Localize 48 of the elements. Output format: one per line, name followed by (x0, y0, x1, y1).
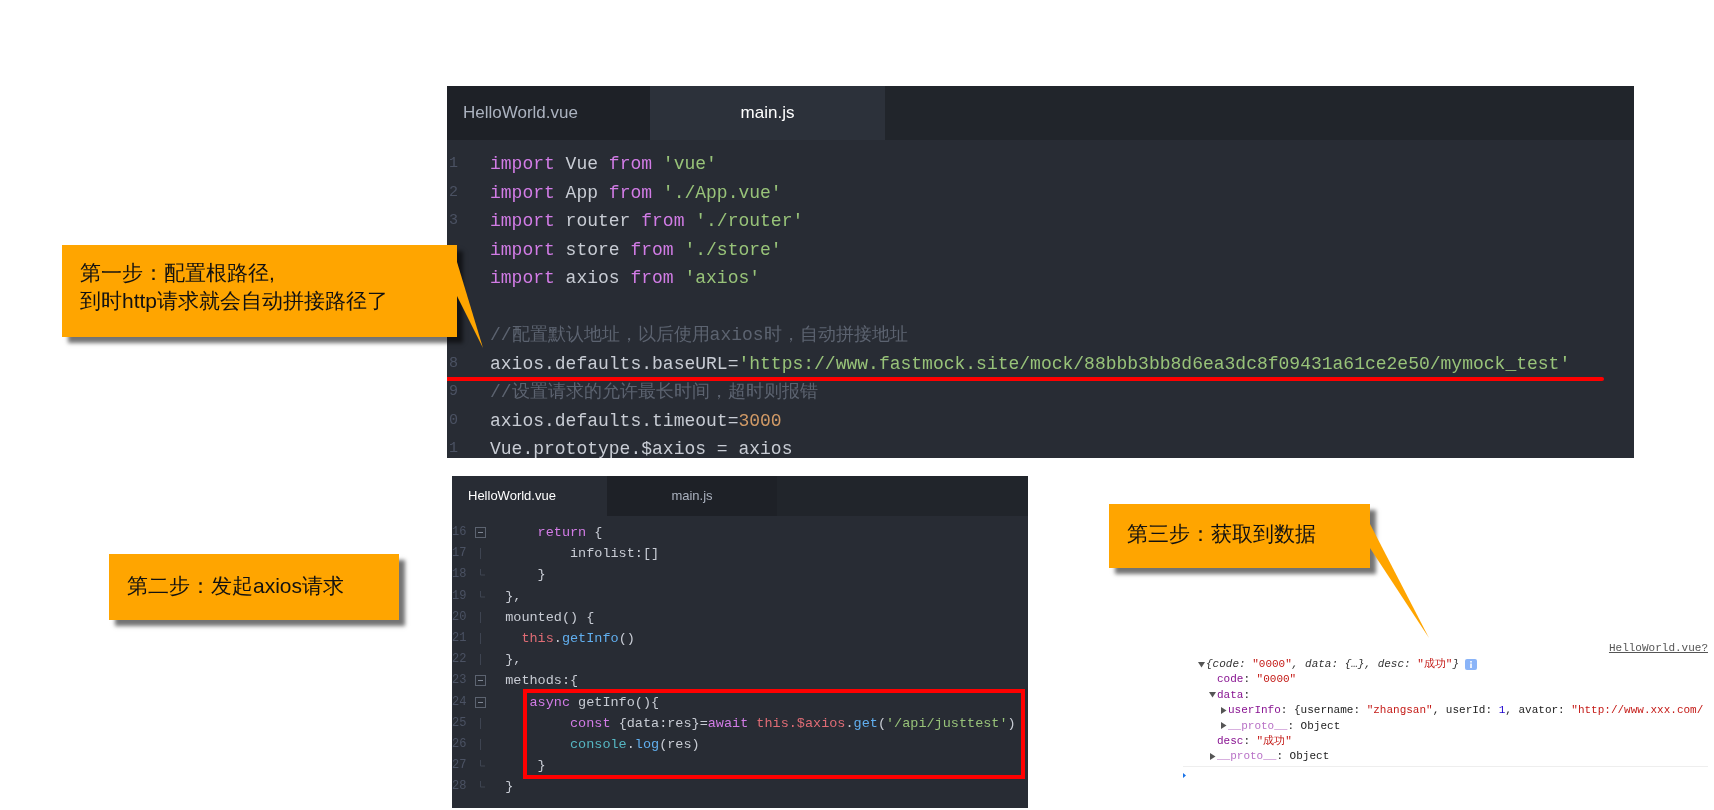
code-line: console.log(res) (569, 735, 700, 754)
code-line: Vue.prototype.$axios = axios (490, 438, 793, 458)
code-line: async getInfo(){ (528, 693, 660, 712)
code-line: axios.defaults.baseURL='https://www.fastmock.site/mock/88bbb3bb8d6ea3dc8f09431a61ce2e50/mymock_test' (490, 352, 1571, 376)
code-line: import store from './store' (490, 238, 782, 262)
editor-tab[interactable]: main.js (650, 86, 885, 140)
collapsed-arrow-icon[interactable] (1208, 752, 1217, 762)
code-line: methods:{ (504, 672, 579, 691)
console-entry: desc: "成功" (1217, 733, 1292, 749)
expanded-arrow-icon[interactable] (1197, 659, 1206, 669)
editor-tab[interactable]: HelloWorld.vue (447, 86, 650, 140)
fold-toggle-icon[interactable] (475, 527, 486, 539)
collapsed-arrow-icon[interactable] (1219, 705, 1228, 715)
prompt-icon (1183, 772, 1187, 778)
code-line: }, (504, 587, 522, 606)
code-line: import axios from 'axios' (490, 267, 761, 290)
console-entry: __proto__: Object (1228, 718, 1341, 734)
console-entry: data: (1217, 687, 1250, 703)
code-line: this.getInfo() (520, 629, 635, 648)
fold-toggle-icon[interactable] (475, 675, 486, 687)
code-line: axios.defaults.timeout=3000 (490, 409, 782, 433)
editor-tab[interactable]: main.js (607, 476, 777, 516)
code-line: }, (504, 651, 522, 670)
fold-toggle-icon[interactable] (475, 696, 486, 708)
console-entry: userInfo: {username: "zhangsan", userId: 1, avator: "http://www.xxx.com/ (1228, 703, 1704, 719)
source-link[interactable]: HelloWorld.vue? (1183, 640, 1708, 657)
code-line: //配置默认地址，以后使用axios时，自动拼接地址 (490, 324, 908, 347)
code-line: return { (536, 524, 603, 542)
callout-text: 到时http请求就会自动拼接路径了 (80, 288, 390, 314)
code-line: const {data:res}=await this.$axios.get('/api/justtest') (569, 714, 1016, 733)
code-line: import Vue from 'vue' (490, 153, 717, 176)
code-line: infolist:[] (569, 545, 660, 564)
code-line: } (536, 757, 546, 776)
code-line: import App from './App.vue' (490, 181, 782, 205)
code-line: } (504, 778, 514, 797)
collapsed-arrow-icon[interactable] (1219, 721, 1228, 731)
console-entry: __proto__: Object (1217, 749, 1330, 765)
callout-text: 第一步：配置根路径, (80, 260, 276, 286)
console-entry: {code: "0000", data: {…}, desc: "成功"} (1206, 656, 1460, 672)
code-line: import router from './router' (490, 210, 804, 233)
callout-text: 第三步：获取到数据 (1127, 521, 1317, 547)
code-line: } (536, 566, 546, 585)
editor-tab[interactable]: HelloWorld.vue (452, 476, 607, 516)
code-line: //设置请求的允许最长时间，超时则报错 (490, 381, 818, 404)
expanded-arrow-icon[interactable] (1208, 690, 1217, 700)
code-line: mounted() { (504, 608, 595, 627)
callout-text: 第二步：发起axios请求 (127, 573, 346, 599)
console-entry: code: "0000" (1217, 672, 1297, 688)
